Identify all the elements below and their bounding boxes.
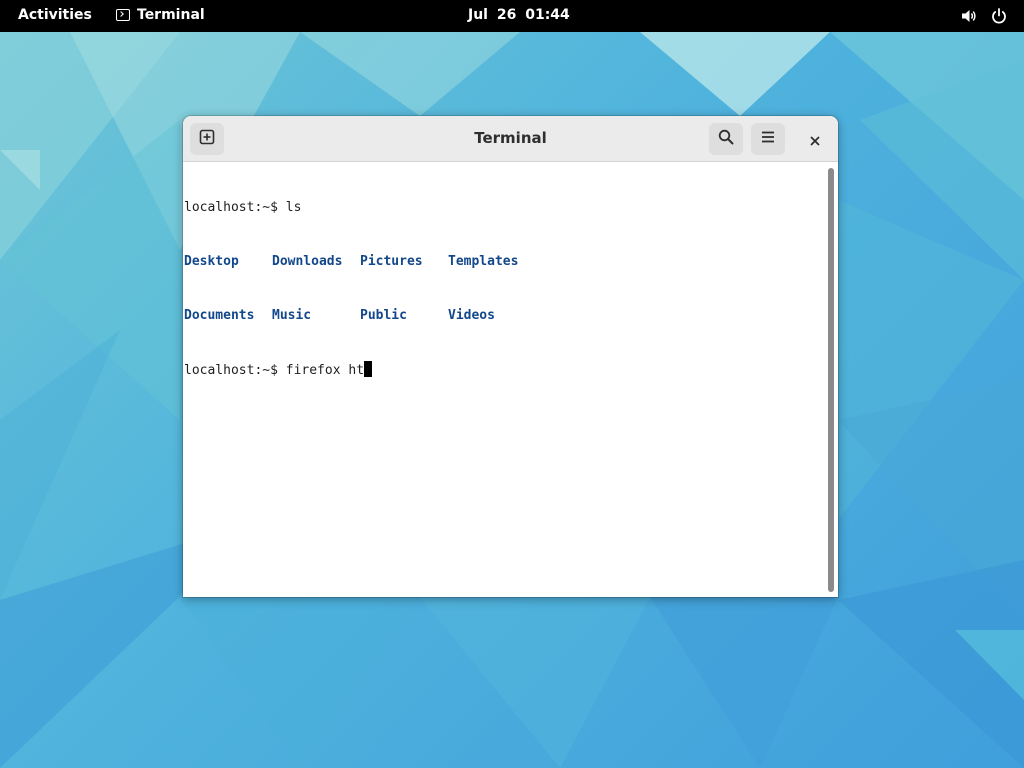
hamburger-menu-icon <box>760 129 776 149</box>
system-menu[interactable] <box>960 7 1008 25</box>
directory-entry: Videos <box>448 308 495 323</box>
search-button[interactable] <box>709 123 743 155</box>
top-bar: Activities Terminal Jul 26 01:44 <box>0 0 1024 32</box>
scrollbar-thumb[interactable] <box>828 168 834 592</box>
main-menu-button[interactable] <box>751 123 785 155</box>
directory-entry: Documents <box>184 308 255 323</box>
prompt: localhost:~$ <box>184 363 286 378</box>
power-icon <box>990 7 1008 25</box>
directory-entry: Music <box>272 308 312 323</box>
ls-output-row: Documents Music Public Videos <box>184 307 824 325</box>
text-cursor <box>364 361 373 377</box>
close-button[interactable] <box>803 129 827 153</box>
terminal-icon <box>116 9 130 21</box>
terminal-line: localhost:~$ firefox ht <box>184 361 824 379</box>
app-menu[interactable]: Terminal <box>116 7 205 23</box>
volume-icon <box>960 7 978 25</box>
prompt: localhost:~$ <box>184 200 286 215</box>
directory-entry: Downloads <box>272 254 343 269</box>
command-input-text: firefox ht <box>285 363 365 378</box>
activities-button[interactable]: Activities <box>18 7 92 23</box>
ls-output-row: Desktop Downloads Pictures Templates <box>184 253 824 271</box>
directory-entry: Public <box>360 308 407 323</box>
search-icon <box>718 129 734 149</box>
directory-entry: Desktop <box>184 254 239 269</box>
clock[interactable]: Jul 26 01:44 <box>468 7 570 23</box>
terminal-line: localhost:~$ ls <box>184 199 824 217</box>
terminal-output[interactable]: localhost:~$ ls Desktop Downloads Pictures… <box>184 163 824 596</box>
clock-time: 01:44 <box>525 7 570 23</box>
directory-entry: Pictures <box>360 254 423 269</box>
command-text: ls <box>285 200 302 215</box>
scrollbar[interactable] <box>826 166 836 596</box>
directory-entry: Templates <box>448 254 519 269</box>
terminal-window: Terminal localhost:~$ ls Desktop Downloa… <box>183 116 838 597</box>
clock-date: Jul 26 <box>468 7 517 23</box>
app-menu-label: Terminal <box>137 7 205 23</box>
close-icon <box>809 132 821 151</box>
window-headerbar[interactable]: Terminal <box>183 116 838 162</box>
